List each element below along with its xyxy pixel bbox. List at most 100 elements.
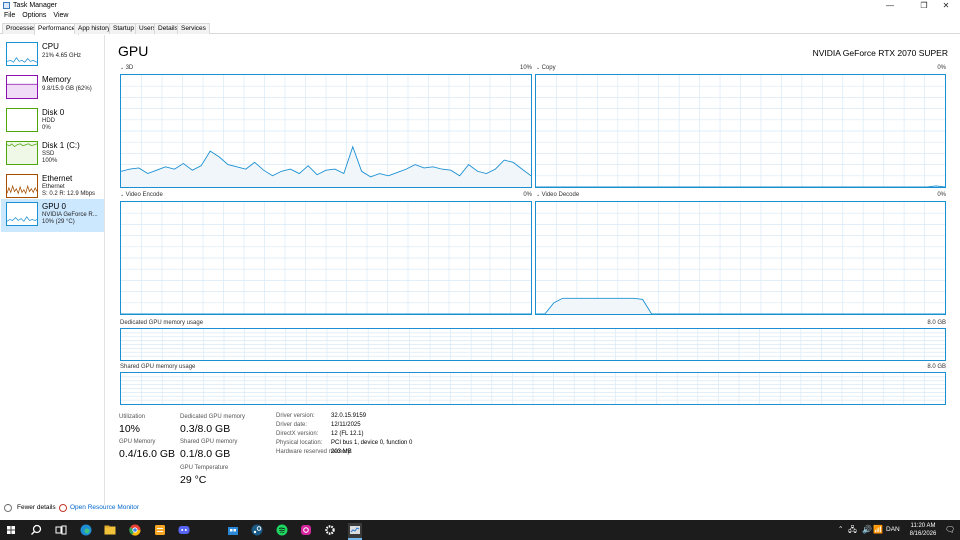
dedicated-memory-graph-label: Dedicated GPU memory usage — [120, 320, 204, 326]
tab-performance[interactable]: Performance — [34, 23, 80, 35]
engine-decode-graph — [535, 201, 946, 315]
fewer-details-link[interactable]: Fewer details — [17, 501, 56, 515]
engine-3d-selector[interactable]: ⌄ 3D — [120, 65, 133, 72]
sidebar-disk0-name: Disk 0 — [42, 108, 65, 117]
tray-chevron-up-icon[interactable]: ⌃ — [838, 520, 843, 540]
shared-memory-graph — [120, 372, 946, 405]
directx-version-label: DirectX version: — [276, 431, 319, 437]
driver-version-label: Driver version: — [276, 413, 315, 419]
engine-encode-percent: 0% — [523, 192, 532, 198]
window-title: Task Manager — [13, 2, 57, 9]
memory-thumbnail-graph — [6, 75, 38, 99]
physical-location-label: Physical location: — [276, 440, 323, 446]
menu-file[interactable]: File — [4, 12, 15, 19]
engine-copy-graph — [535, 74, 946, 188]
menu-options[interactable]: Options — [22, 12, 46, 19]
sidebar-ethernet-throughput: S: 0.2 R: 12.9 Mbps — [42, 191, 96, 197]
utilization-label: Utilization — [119, 414, 146, 420]
dedicated-memory-value: 0.3/8.0 GB — [180, 423, 231, 435]
title-bar[interactable]: Task Manager — ❐ ✕ — [0, 0, 960, 11]
windows-start-icon[interactable] — [4, 523, 18, 537]
engine-3d-label: 3D — [125, 65, 134, 71]
sidebar-gpu-model: NVIDIA GeForce R... — [42, 212, 98, 218]
sidebar-ethernet-name: Ethernet — [42, 174, 73, 183]
task-manager-window: Task Manager — ❐ ✕ File Options View Proce… — [0, 0, 960, 520]
sidebar-item-disk-0[interactable]: Disk 0 HDD 0% — [1, 105, 104, 138]
store-icon[interactable] — [226, 523, 240, 537]
task-manager-icon[interactable] — [348, 523, 362, 540]
shared-memory-graph-max: 8.0 GB — [927, 364, 946, 370]
clock[interactable]: 11:20 AM 8/16/2026 — [903, 522, 943, 538]
engine-copy-selector[interactable]: ⌄ Copy — [536, 65, 556, 72]
network-icon[interactable]: 🖧 — [848, 520, 857, 540]
spotify-icon[interactable] — [275, 523, 289, 537]
discord-icon[interactable] — [177, 523, 191, 537]
page-title: GPU — [118, 43, 149, 59]
driver-date-label: Driver date: — [276, 422, 308, 428]
footer-bar: ˆ Fewer details Open Resource Monitor — [0, 501, 960, 515]
engine-encode-selector[interactable]: ⌄ Video Encode — [120, 192, 163, 199]
close-button[interactable]: ✕ — [932, 0, 960, 11]
disk0-thumbnail-graph — [6, 108, 38, 132]
minimize-button[interactable]: — — [876, 0, 904, 11]
sidebar-memory-detail: 9.8/15.9 GB (62%) — [42, 86, 92, 92]
sidebar-item-cpu[interactable]: CPU 21% 4.65 GHz — [1, 39, 104, 72]
engine-encode-graph — [120, 201, 532, 315]
tab-services[interactable]: Services — [177, 23, 210, 34]
sidebar-item-gpu-0[interactable]: GPU 0 NVIDIA GeForce R... 10% (29 °C) — [1, 199, 104, 232]
sidebar-disk1-type: SSD — [42, 151, 55, 157]
utilization-value: 10% — [119, 423, 141, 435]
dedicated-memory-graph — [120, 328, 946, 361]
shared-memory-value: 0.1/8.0 GB — [180, 448, 231, 460]
sidebar-gpu-name: GPU 0 — [42, 202, 67, 211]
notification-icon[interactable]: 🗨 — [945, 520, 955, 540]
notes-app-icon[interactable] — [153, 523, 167, 537]
directx-version-value: 12 (FL 12.1) — [331, 431, 364, 437]
clock-time: 11:20 AM — [910, 523, 936, 529]
engine-decode-selector[interactable]: ⌄ Video Decode — [536, 192, 579, 199]
tab-startup[interactable]: Startup — [109, 23, 138, 34]
sidebar-disk1-usage: 100% — [42, 158, 58, 164]
settings-icon[interactable] — [323, 523, 337, 537]
clock-date: 8/16/2026 — [909, 531, 937, 537]
engine-3d-graph — [120, 74, 532, 188]
disk1-thumbnail-graph — [6, 141, 38, 165]
steam-icon[interactable] — [250, 523, 264, 537]
edge-icon[interactable] — [79, 523, 93, 537]
engine-copy-label: Copy — [541, 65, 556, 71]
gpu-model-name: NVIDIA GeForce RTX 2070 SUPER — [812, 48, 948, 58]
sidebar-cpu-name: CPU — [42, 42, 59, 51]
file-explorer-icon[interactable] — [103, 523, 117, 537]
language-indicator[interactable]: DAN — [886, 520, 900, 540]
sidebar-item-memory[interactable]: Memory 9.8/15.9 GB (62%) — [1, 72, 104, 105]
instagram-icon[interactable] — [299, 523, 313, 537]
sidebar-cpu-detail: 21% 4.65 GHz — [42, 53, 82, 59]
wifi-icon[interactable]: 📶 — [873, 520, 883, 540]
physical-location-value: PCI bus 1, device 0, function 0 — [331, 440, 413, 446]
volume-icon[interactable]: 🔊 — [862, 520, 872, 540]
resource-sidebar: CPU 21% 4.65 GHz Memory 9.8/15.9 GB (62%… — [0, 35, 105, 505]
menu-view[interactable]: View — [53, 12, 68, 19]
dedicated-memory-label: Dedicated GPU memory — [180, 414, 246, 420]
sidebar-disk1-name: Disk 1 (C:) — [42, 141, 80, 150]
gpu-thumbnail-graph — [6, 202, 38, 226]
dedicated-memory-graph-max: 8.0 GB — [927, 320, 946, 326]
taskbar: ⌃ 🖧 🔊 📶 DAN 11:20 AM 8/16/2026 🗨 — [0, 520, 960, 540]
chevron-up-icon: ˆ — [4, 504, 12, 512]
menu-bar: File Options View — [0, 11, 71, 21]
gpu-memory-label: GPU Memory — [119, 439, 156, 445]
gpu-temperature-label: GPU Temperature — [180, 465, 229, 471]
engine-3d-percent: 10% — [519, 65, 532, 71]
sidebar-item-disk-1[interactable]: Disk 1 (C:) SSD 100% — [1, 138, 104, 171]
engine-copy-percent: 0% — [937, 65, 946, 71]
reserved-memory-value: 203 MB — [331, 449, 352, 455]
engine-decode-label: Video Decode — [541, 192, 580, 198]
sidebar-memory-name: Memory — [42, 75, 71, 84]
search-icon[interactable] — [29, 523, 43, 537]
shared-memory-label: Shared GPU memory — [180, 439, 238, 445]
chrome-icon[interactable] — [128, 523, 142, 537]
task-view-icon[interactable] — [54, 523, 68, 537]
gpu-memory-value: 0.4/16.0 GB — [119, 448, 176, 460]
open-resource-monitor-link[interactable]: Open Resource Monitor — [70, 501, 139, 515]
sidebar-gpu-usage: 10% (29 °C) — [42, 219, 75, 225]
